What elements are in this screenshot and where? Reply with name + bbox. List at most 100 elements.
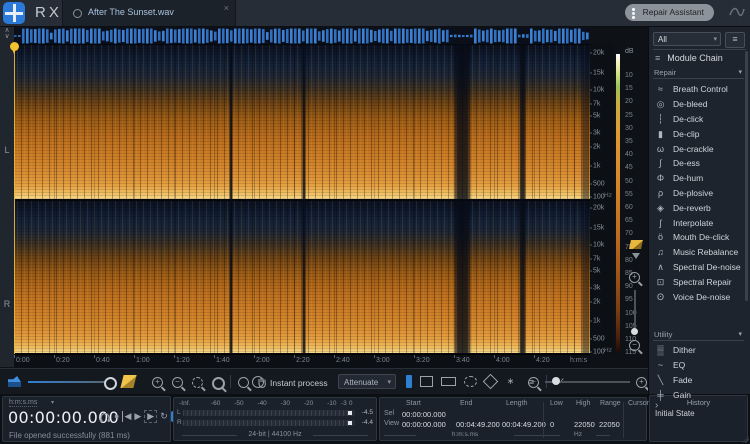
- vertical-zoom-in-button[interactable]: +: [629, 272, 640, 283]
- play-button[interactable]: ▶: [134, 411, 141, 422]
- repair-assistant-button[interactable]: Repair Assistant: [625, 4, 714, 21]
- tab-file-icon: [73, 9, 82, 18]
- record-button[interactable]: ●: [114, 411, 119, 422]
- spectrogram-quiet-gap: [302, 44, 306, 354]
- zoom-in-button[interactable]: +: [152, 377, 163, 388]
- module-item[interactable]: ▮ De-clip: [649, 126, 750, 141]
- collapse-panels-button[interactable]: ∧ ∨: [2, 28, 12, 40]
- cursor-header: Cursor: [628, 400, 649, 407]
- module-item[interactable]: ~ EQ: [649, 358, 750, 373]
- repair-assistant-icon: [632, 8, 635, 11]
- zoom-tool-button[interactable]: [238, 377, 249, 388]
- module-item[interactable]: ρ De-plosive: [649, 186, 750, 201]
- zoom-out-button[interactable]: −: [172, 377, 183, 388]
- blend-slider-handle[interactable]: [104, 377, 117, 390]
- horizontal-zoom-handle[interactable]: [552, 377, 560, 385]
- spectrogram-display[interactable]: [14, 44, 590, 354]
- waveform-overview[interactable]: [14, 28, 590, 45]
- range-value: 22050: [599, 420, 620, 429]
- zoom-to-fit-button[interactable]: [212, 377, 225, 390]
- selection-tools: ∗ ≡ ✓: [406, 375, 568, 388]
- vertical-zoom-handle[interactable]: [631, 328, 638, 335]
- db-tick: 20: [625, 98, 633, 105]
- vertical-zoom-slider[interactable]: [634, 290, 636, 328]
- go-to-start-button[interactable]: ◀: [122, 411, 131, 422]
- waveform-blend-icon: [8, 376, 21, 387]
- time-format-selector[interactable]: h:m:s.ms: [9, 399, 37, 407]
- time-ruler[interactable]: h:m:s 0:000:200:401:001:201:402:002:202:…: [14, 354, 590, 369]
- colorbar-gradient: [616, 54, 620, 352]
- module-panel-menu-button[interactable]: ≡: [725, 32, 745, 48]
- module-item[interactable]: ╪ Gain: [649, 387, 750, 402]
- module-chain-label: Module Chain: [667, 53, 723, 63]
- frequency-tick: 10k: [593, 241, 604, 248]
- frequency-tick: 1k: [593, 163, 600, 170]
- channel-label-left[interactable]: L: [0, 145, 14, 155]
- waveform-spectrogram-blend-slider[interactable]: [28, 381, 112, 383]
- module-icon: ω: [655, 144, 666, 154]
- time-frequency-selection-tool[interactable]: [420, 376, 433, 387]
- go-to-end-button[interactable]: ▶: [144, 410, 157, 423]
- history-item[interactable]: Initial State: [655, 409, 695, 418]
- loop-playback-button[interactable]: ↻: [160, 411, 168, 422]
- module-label: Mouth De-click: [673, 232, 729, 242]
- range-header: Range: [600, 400, 621, 407]
- panel-expand-arrow[interactable]: ›: [655, 400, 658, 411]
- module-list-scrollbar[interactable]: [745, 51, 748, 301]
- db-tick: 45: [625, 164, 633, 171]
- divider: [653, 78, 744, 79]
- time-selection-tool[interactable]: [406, 375, 412, 388]
- module-label: De-click: [673, 114, 703, 124]
- zoom-to-selection-button[interactable]: [192, 377, 203, 388]
- brush-selection-tool[interactable]: [483, 374, 499, 390]
- time-tick: 4:20: [536, 357, 550, 364]
- spectrogram-settings-icon[interactable]: [629, 240, 643, 249]
- module-item[interactable]: ö Mouth De-click: [649, 230, 750, 245]
- low-value: 0: [550, 420, 554, 429]
- file-tab[interactable]: After The Sunset.wav ×: [62, 0, 236, 26]
- module-item[interactable]: ⊡ Spectral Repair: [649, 274, 750, 289]
- module-item[interactable]: ω De-crackle: [649, 141, 750, 156]
- frequency-selection-tool[interactable]: [441, 377, 456, 386]
- instant-process-toggle[interactable]: [252, 376, 264, 388]
- time-tick: 1:20: [176, 357, 190, 364]
- module-item[interactable]: ┆ De-click: [649, 112, 750, 127]
- horizontal-zoom-out-button[interactable]: −: [528, 377, 539, 388]
- channel-label-right[interactable]: R: [0, 299, 14, 309]
- meter-scale-tick: -3: [341, 400, 347, 407]
- meter-bar-right: [183, 420, 355, 426]
- horizontal-zoom-in-button[interactable]: +: [636, 377, 647, 388]
- module-item[interactable]: ◎ De-bleed: [649, 97, 750, 112]
- channel-strip: ∧ ∨ L R: [0, 27, 15, 367]
- process-mode-select[interactable]: Attenuate ▾: [338, 374, 396, 389]
- module-label: Music Rebalance: [673, 247, 738, 257]
- module-item[interactable]: ∫ De-ess: [649, 156, 750, 171]
- module-filter-select[interactable]: All ▾: [653, 32, 721, 46]
- monitor-headphones-button[interactable]: [99, 411, 111, 423]
- frequency-tick: 100: [593, 348, 605, 355]
- db-tick: 30: [625, 125, 633, 132]
- db-tick: 10: [625, 72, 633, 79]
- vertical-zoom-out-button[interactable]: −: [629, 340, 640, 351]
- playhead-marker[interactable]: [10, 42, 19, 51]
- module-item[interactable]: ʘ Voice De-noise: [649, 289, 750, 304]
- meter-scale-tick: -20: [304, 400, 313, 407]
- module-item[interactable]: ≈ Breath Control: [649, 82, 750, 97]
- frequency-tick: 500: [593, 335, 605, 342]
- module-item[interactable]: Φ De-hum: [649, 171, 750, 186]
- module-item[interactable]: ʃ Interpolate: [649, 215, 750, 230]
- frequency-axis-right: Hz 20k15k10k7k5k3k2k1k500100: [590, 199, 614, 354]
- module-item[interactable]: ∧ Spectral De-noise: [649, 260, 750, 275]
- module-item[interactable]: ♫ Music Rebalance: [649, 245, 750, 260]
- module-item[interactable]: ▒ Dither: [649, 343, 750, 358]
- scale-triangle-icon[interactable]: [632, 253, 640, 259]
- window-resize-grip[interactable]: [742, 436, 749, 443]
- playhead-line[interactable]: [14, 44, 15, 354]
- magic-wand-tool[interactable]: ∗: [504, 375, 517, 388]
- module-item[interactable]: ╲ Fade: [649, 373, 750, 388]
- module-chain-item[interactable]: ≡ Module Chain: [655, 53, 723, 63]
- lasso-selection-tool[interactable]: [464, 376, 477, 387]
- view-length-value: 00:04:49.200: [502, 420, 546, 429]
- module-item[interactable]: ◈ De-reverb: [649, 200, 750, 215]
- tab-close-icon[interactable]: ×: [224, 3, 229, 13]
